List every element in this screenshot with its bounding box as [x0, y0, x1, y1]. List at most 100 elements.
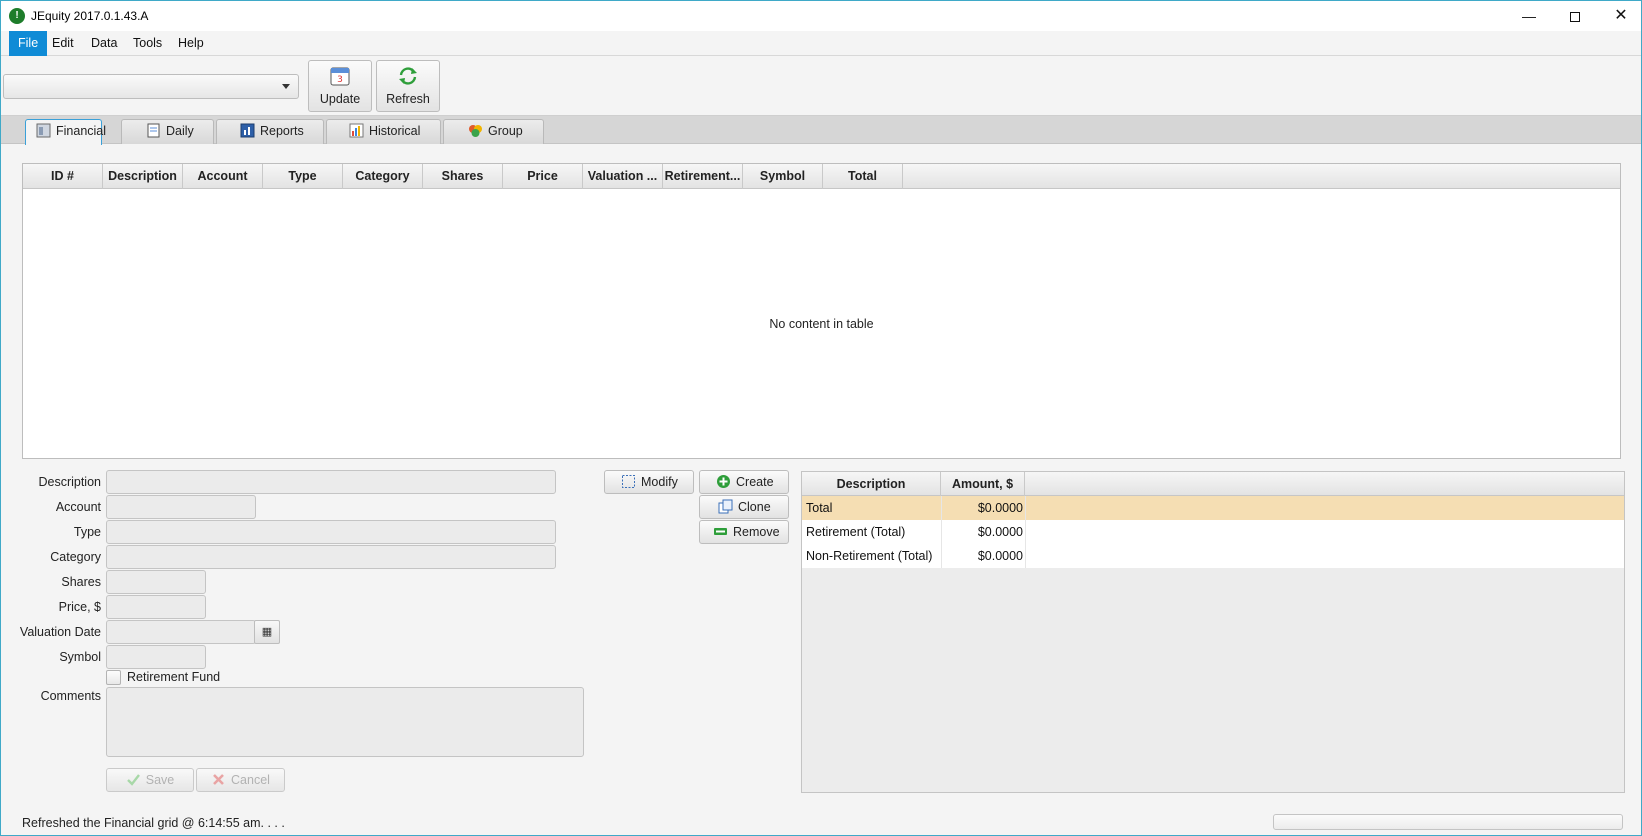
notepad-icon [147, 123, 160, 138]
summary-col-description[interactable]: Description [802, 472, 941, 496]
update-label: Update [319, 92, 361, 106]
close-button[interactable]: ✕ [1598, 1, 1641, 31]
modify-button[interactable]: Modify [604, 470, 694, 494]
menu-help[interactable]: Help [169, 31, 213, 56]
col-account[interactable]: Account [183, 164, 263, 189]
tab-daily[interactable]: Daily [121, 119, 214, 144]
retirement-fund-checkbox[interactable] [106, 670, 121, 685]
category-input[interactable] [106, 545, 556, 569]
col-retirement[interactable]: Retirement... [663, 164, 743, 189]
tab-historical[interactable]: Historical [326, 119, 441, 144]
tab-historical-label: Historical [369, 124, 421, 138]
app-window: ! JEquity 2017.0.1.43.A — ✕ File Edit Da… [0, 0, 1642, 836]
clone-button[interactable]: Clone [699, 495, 789, 519]
col-category[interactable]: Category [343, 164, 423, 189]
empty-table-message: No content in table [769, 317, 874, 331]
shares-input[interactable] [106, 570, 206, 594]
remove-button[interactable]: Remove [699, 520, 789, 544]
type-label: Type [73, 525, 101, 539]
summary-row-divider [1025, 520, 1026, 544]
tab-daily-label: Daily [166, 124, 194, 138]
window-title: JEquity 2017.0.1.43.A [31, 9, 149, 23]
type-input[interactable] [106, 520, 556, 544]
create-button[interactable]: Create [699, 470, 789, 494]
summary-row-description: Retirement (Total) [806, 525, 906, 539]
refresh-label: Refresh [386, 92, 430, 106]
summary-row-retirement[interactable]: Retirement (Total) $0.0000 [802, 520, 1624, 544]
summary-row-divider [1025, 496, 1026, 520]
tab-group-label: Group [488, 124, 523, 138]
calendar-number: 3 [337, 75, 343, 85]
comments-label: Comments [40, 689, 101, 703]
col-valuation[interactable]: Valuation ... [583, 164, 663, 189]
retirement-fund-label: Retirement Fund [127, 670, 221, 684]
menu-edit[interactable]: Edit [43, 31, 83, 56]
col-symbol[interactable]: Symbol [743, 164, 823, 189]
toolbar: 3 Update Refresh [1, 56, 1641, 116]
cross-icon [213, 774, 224, 785]
menu-data[interactable]: Data [82, 31, 126, 56]
tab-bar: Financial Daily Reports Historical Group [1, 116, 1641, 145]
date-picker-button[interactable]: ▦ [254, 620, 280, 644]
col-description[interactable]: Description [103, 164, 183, 189]
save-button[interactable]: Save [106, 768, 194, 792]
account-selector-combo[interactable] [3, 74, 299, 99]
summary-table[interactable]: Description Amount, $ Total $0.0000 Reti… [801, 471, 1625, 793]
report-icon [240, 123, 255, 138]
chevron-down-icon [282, 84, 290, 89]
summary-row-divider [1025, 544, 1026, 568]
price-label: Price, $ [58, 600, 101, 614]
app-logo-icon: ! [9, 8, 25, 24]
plus-icon [717, 475, 730, 488]
minimize-button[interactable]: — [1506, 1, 1552, 31]
maximize-icon [1570, 12, 1580, 23]
update-button[interactable]: 3 Update [308, 60, 372, 112]
maximize-button[interactable] [1552, 1, 1598, 31]
col-price[interactable]: Price [503, 164, 583, 189]
minus-icon [714, 528, 727, 535]
account-label: Account [55, 500, 101, 514]
col-shares[interactable]: Shares [423, 164, 503, 189]
menu-tools[interactable]: Tools [124, 31, 171, 56]
tab-reports[interactable]: Reports [216, 119, 324, 144]
summary-row-total[interactable]: Total $0.0000 [802, 496, 1624, 520]
col-total[interactable]: Total [823, 164, 903, 189]
modify-label: Modify [641, 475, 678, 489]
title-bar: ! JEquity 2017.0.1.43.A — ✕ [1, 1, 1641, 31]
price-input[interactable] [106, 595, 206, 619]
calendar-grid-icon: ▦ [261, 626, 273, 638]
cancel-button[interactable]: Cancel [196, 768, 285, 792]
description-input[interactable] [106, 470, 556, 494]
menu-file[interactable]: File [9, 31, 48, 56]
summary-col-amount[interactable]: Amount, $ [941, 472, 1025, 496]
summary-row-non-retirement[interactable]: Non-Retirement (Total) $0.0000 [802, 544, 1624, 568]
refresh-button[interactable]: Refresh [376, 60, 440, 112]
cancel-label: Cancel [231, 773, 270, 787]
progress-bar [1273, 814, 1623, 830]
clone-icon [718, 499, 733, 514]
financial-table[interactable]: ID # Description Account Type Category S… [22, 163, 1621, 459]
tab-financial[interactable]: Financial [25, 119, 106, 145]
comments-textarea[interactable] [106, 687, 584, 757]
summary-header: Description Amount, $ [802, 472, 1624, 496]
create-label: Create [736, 475, 774, 489]
col-id[interactable]: ID # [23, 164, 103, 189]
summary-row-description: Non-Retirement (Total) [806, 549, 933, 563]
remove-label: Remove [733, 525, 780, 539]
clone-label: Clone [738, 500, 771, 514]
group-icon [469, 125, 482, 137]
account-input[interactable] [106, 495, 256, 519]
valuation-date-input[interactable] [106, 620, 256, 644]
refresh-icon [399, 67, 417, 85]
summary-row-amount: $0.0000 [977, 525, 1023, 539]
modify-icon [622, 475, 635, 488]
col-type[interactable]: Type [263, 164, 343, 189]
tab-financial-label: Financial [56, 124, 107, 138]
tab-group[interactable]: Group [443, 119, 544, 144]
checkmark-icon [126, 774, 140, 786]
save-label: Save [145, 773, 175, 787]
status-message: Refreshed the Financial grid @ 6:14:55 a… [22, 816, 285, 830]
summary-row-amount: $0.0000 [977, 501, 1023, 515]
symbol-input[interactable] [106, 645, 206, 669]
chart-icon [349, 123, 364, 138]
